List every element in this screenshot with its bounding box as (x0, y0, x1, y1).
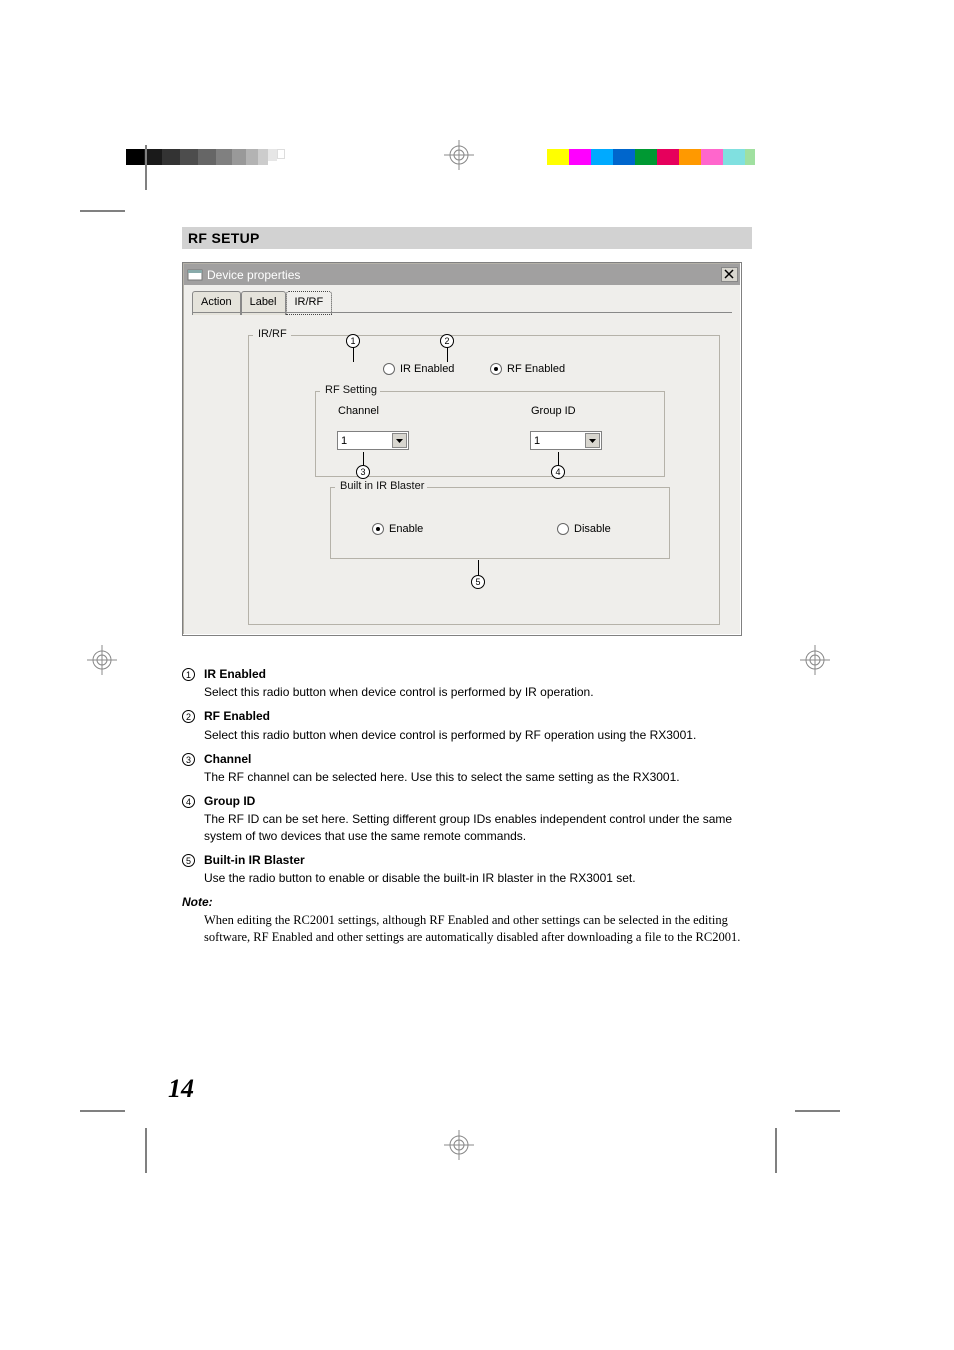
radio-enable-label: Enable (389, 523, 423, 535)
item-title: Built-in IR Blaster (204, 852, 760, 868)
device-properties-dialog: Device properties Action Label IR/RF IR/… (182, 262, 742, 636)
group-rfset-legend: RF Setting (322, 384, 380, 396)
radio-enable[interactable]: Enable (372, 523, 423, 535)
item-title: IR Enabled (204, 666, 760, 682)
radio-ir-enabled[interactable]: IR Enabled (383, 363, 454, 375)
body-text: 1 IR Enabled Select this radio button wh… (182, 666, 760, 946)
item-title: Channel (204, 751, 760, 767)
item-text: Select this radio button when device con… (204, 727, 760, 743)
group-irrf-legend: IR/RF (255, 328, 290, 340)
crop-bottom-left (110, 1110, 170, 1170)
registration-mark-bottom (444, 1130, 474, 1160)
radio-ir-label: IR Enabled (400, 363, 454, 375)
crop-bottom-right (750, 1110, 810, 1170)
radio-rf-enabled[interactable]: RF Enabled (490, 363, 565, 375)
callout-2: 2 (440, 334, 454, 348)
channel-label: Channel (338, 405, 379, 417)
chevron-down-icon (585, 433, 600, 448)
page-number: 14 (168, 1074, 194, 1104)
list-item: 2 RF Enabled Select this radio button wh… (182, 708, 760, 742)
groupid-label: Group ID (531, 405, 576, 417)
dialog-icon (187, 267, 203, 283)
chevron-down-icon (392, 433, 407, 448)
item-text: The RF channel can be selected here. Use… (204, 769, 760, 785)
crop-top-left (110, 175, 170, 235)
radio-disable-label: Disable (574, 523, 611, 535)
callout-1: 1 (346, 334, 360, 348)
list-item: 4 Group ID The RF ID can be set here. Se… (182, 793, 760, 844)
item-title: RF Enabled (204, 708, 760, 724)
radio-rf-label: RF Enabled (507, 363, 565, 375)
dialog-titlebar: Device properties (184, 264, 740, 285)
item-text: Use the radio button to enable or disabl… (204, 870, 760, 886)
registration-mark-left (87, 645, 117, 675)
callout-5: 5 (471, 575, 485, 589)
channel-value: 1 (338, 435, 392, 447)
page-content: RF SETUP (182, 227, 752, 249)
dialog-title: Device properties (207, 268, 721, 282)
item-text: The RF ID can be set here. Setting diffe… (204, 811, 760, 843)
item-text: Select this radio button when device con… (204, 684, 760, 700)
callout-3: 3 (356, 465, 370, 479)
section-title: RF SETUP (182, 227, 752, 249)
list-item: 3 Channel The RF channel can be selected… (182, 751, 760, 785)
radio-disable[interactable]: Disable (557, 523, 611, 535)
colorbar-left (126, 149, 285, 165)
registration-mark-top (444, 140, 474, 170)
item-title: Group ID (204, 793, 760, 809)
groupid-value: 1 (531, 435, 585, 447)
registration-mark-right (800, 645, 830, 675)
note-body: When editing the RC2001 settings, althou… (204, 912, 760, 946)
close-icon (724, 269, 735, 280)
note-heading: Note: (182, 894, 760, 910)
colorbar-right (547, 149, 755, 165)
close-button[interactable] (721, 267, 738, 282)
group-blaster-legend: Built in IR Blaster (337, 480, 427, 492)
channel-combo[interactable]: 1 (337, 431, 409, 450)
groupid-combo[interactable]: 1 (530, 431, 602, 450)
list-item: 1 IR Enabled Select this radio button wh… (182, 666, 760, 700)
callout-4: 4 (551, 465, 565, 479)
list-item: 5 Built-in IR Blaster Use the radio butt… (182, 852, 760, 886)
